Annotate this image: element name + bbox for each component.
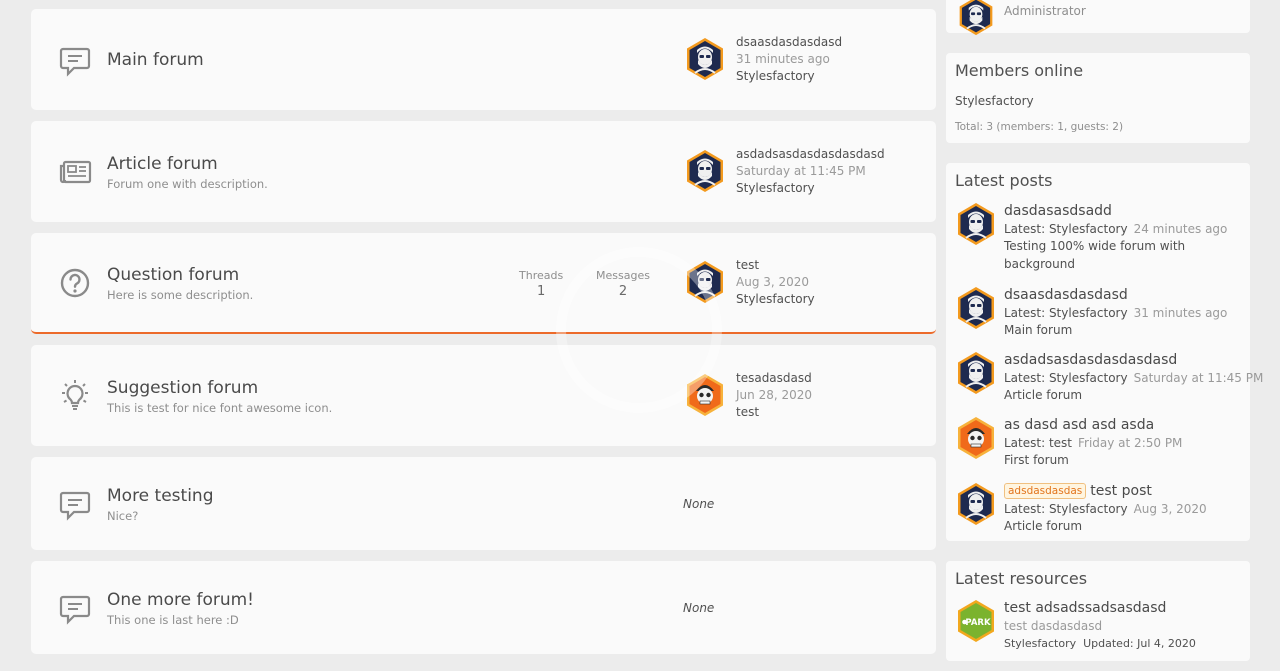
last-post-time[interactable]: Saturday at 11:45 PM [736, 163, 885, 180]
latest-post-time[interactable]: 31 minutes ago [1134, 306, 1228, 320]
forum-title[interactable]: Article forum [107, 153, 268, 175]
last-post-title[interactable]: asdadsasdasdasdasdasd [736, 146, 885, 163]
latest-post-user[interactable]: Latest: Stylesfactory [1004, 502, 1128, 516]
latest-post-forum[interactable]: Article forum [1004, 387, 1263, 405]
latest-post-item[interactable]: as dasd asd asd asda Latest: test Friday … [946, 416, 1250, 482]
latest-post-title[interactable]: as dasd asd asd asda [1004, 416, 1182, 435]
user-avatar[interactable] [956, 351, 996, 395]
latest-post-title[interactable]: dasdasasdsadd [1004, 202, 1227, 221]
forum-description: Forum one with description. [107, 176, 268, 191]
resource-author[interactable]: Stylesfactory [1004, 637, 1076, 650]
forum-title[interactable]: Main forum [107, 49, 204, 71]
latest-post-time[interactable]: Saturday at 11:45 PM [1134, 371, 1264, 385]
forum-node-article[interactable]: Article forum Forum one with description… [31, 121, 936, 222]
forum-title[interactable]: Question forum [107, 264, 253, 286]
forum-title[interactable]: Suggestion forum [107, 377, 332, 399]
forum-title[interactable]: More testing [107, 485, 213, 507]
user-avatar[interactable] [685, 37, 725, 81]
latest-post-time[interactable]: Friday at 2:50 PM [1078, 436, 1182, 450]
staff-block: Administrator [946, 0, 1250, 33]
latest-post-forum[interactable]: First forum [1004, 452, 1182, 470]
user-avatar[interactable] [685, 260, 725, 304]
last-post-title[interactable]: dsaasdasdasdasd [736, 34, 842, 51]
staff-role: Administrator [1004, 4, 1086, 18]
last-post-title[interactable]: tesadasdasd [736, 370, 812, 387]
lightbulb-icon [57, 378, 93, 414]
user-avatar[interactable] [956, 202, 996, 246]
forum-node-question[interactable]: Question forum Here is some description.… [31, 233, 936, 334]
last-post-user[interactable]: Stylesfactory [736, 68, 842, 84]
no-last-post: None [683, 600, 715, 615]
messages-stat: Messages 2 [596, 269, 650, 299]
latest-post-item[interactable]: adsdasdasdas test post Latest: Stylesfact… [946, 482, 1250, 542]
question-circle-icon [57, 265, 93, 301]
last-post-user[interactable]: test [736, 404, 812, 420]
forum-description: This is test for nice font awesome icon. [107, 400, 333, 415]
last-post-time[interactable]: 31 minutes ago [736, 51, 842, 68]
latest-post-forum[interactable]: Testing 100% wide forum with background [1004, 238, 1204, 273]
forum-list: Main forum dsaasdasdasdasd 31 minutes ag… [31, 9, 936, 665]
threads-count: 1 [536, 284, 546, 299]
forum-description: This one is last here :D [107, 612, 239, 627]
resource-updated: Updated: Jul 4, 2020 [1083, 636, 1196, 650]
chat-icon [57, 486, 93, 522]
chat-icon [57, 42, 93, 78]
forum-title[interactable]: One more forum! [107, 589, 254, 611]
threads-label: Threads [519, 269, 564, 282]
forum-node-one-more[interactable]: One more forum! This one is last here :D… [31, 561, 936, 654]
park-icon[interactable]: PARK [956, 599, 996, 643]
block-title[interactable]: Latest posts [946, 163, 1250, 190]
threads-stat: Threads 1 [519, 269, 563, 299]
latest-post-title[interactable]: dsaasdasdasdasd [1004, 286, 1227, 305]
resource-tagline: test dasdasdasd [1004, 619, 1103, 633]
thread-prefix-badge: adsdasdasdas [1004, 483, 1087, 499]
latest-post-item[interactable]: dsaasdasdasdasd Latest: Stylesfactory 31 … [946, 286, 1250, 351]
latest-post-title[interactable]: asdadsasdasdasdasdasd [1004, 351, 1263, 370]
forum-description: Nice? [107, 508, 139, 523]
latest-post-user[interactable]: Latest: Stylesfactory [1004, 371, 1128, 385]
latest-post-forum[interactable]: Article forum [1004, 518, 1207, 536]
forum-node-main[interactable]: Main forum dsaasdasdasdasd 31 minutes ag… [31, 9, 936, 110]
resource-item[interactable]: PARK test adsadssadsasdasd test dasdasda… [946, 599, 1250, 655]
user-avatar[interactable] [685, 373, 725, 417]
block-title[interactable]: Latest resources [946, 561, 1250, 588]
latest-post-user[interactable]: Latest: Stylesfactory [1004, 222, 1128, 236]
last-post-title[interactable]: test [736, 257, 815, 274]
last-post-time[interactable]: Aug 3, 2020 [736, 274, 815, 291]
latest-post-user[interactable]: Latest: test [1004, 436, 1072, 450]
latest-post-item[interactable]: dasdasasdsadd Latest: Stylesfactory 24 mi… [946, 202, 1250, 286]
online-total: Total: 3 (members: 1, guests: 2) [955, 121, 1124, 133]
block-title[interactable]: Members online [946, 53, 1250, 80]
newspaper-icon [57, 154, 93, 190]
user-avatar[interactable] [956, 416, 996, 460]
latest-resources-block: Latest resources PARK test adsadssadsasd… [946, 561, 1250, 661]
no-last-post: None [683, 496, 715, 511]
user-avatar[interactable] [956, 482, 996, 526]
user-avatar[interactable] [956, 286, 996, 330]
latest-post-user[interactable]: Latest: Stylesfactory [1004, 306, 1128, 320]
latest-post-title[interactable]: test post [1090, 483, 1152, 499]
last-post-user[interactable]: Stylesfactory [736, 180, 885, 196]
forum-node-suggestion[interactable]: Suggestion forum This is test for nice f… [31, 345, 936, 446]
messages-label: Messages [596, 269, 650, 282]
members-online-block: Members online Stylesfactory Total: 3 (m… [946, 53, 1250, 143]
park-icon-label: PARK [965, 618, 991, 628]
latest-post-time[interactable]: 24 minutes ago [1134, 222, 1228, 236]
resource-title[interactable]: test adsadssadsasdasd [1004, 599, 1196, 618]
messages-count: 2 [618, 284, 628, 299]
forum-description: Here is some description. [107, 287, 254, 302]
last-post-time[interactable]: Jun 28, 2020 [736, 387, 812, 404]
latest-posts-block: Latest posts dasdasasdsadd Latest: Style… [946, 163, 1263, 542]
user-avatar[interactable] [685, 149, 725, 193]
latest-post-time[interactable]: Aug 3, 2020 [1134, 502, 1207, 516]
latest-post-forum[interactable]: Main forum [1004, 322, 1227, 340]
user-avatar[interactable] [956, 0, 996, 36]
latest-post-item[interactable]: asdadsasdasdasdasdasd Latest: Stylesfact… [946, 351, 1263, 416]
last-post-user[interactable]: Stylesfactory [736, 291, 815, 307]
chat-icon [57, 590, 93, 626]
online-user[interactable]: Stylesfactory [955, 94, 1241, 108]
forum-node-more-testing[interactable]: More testing Nice? None [31, 457, 936, 550]
